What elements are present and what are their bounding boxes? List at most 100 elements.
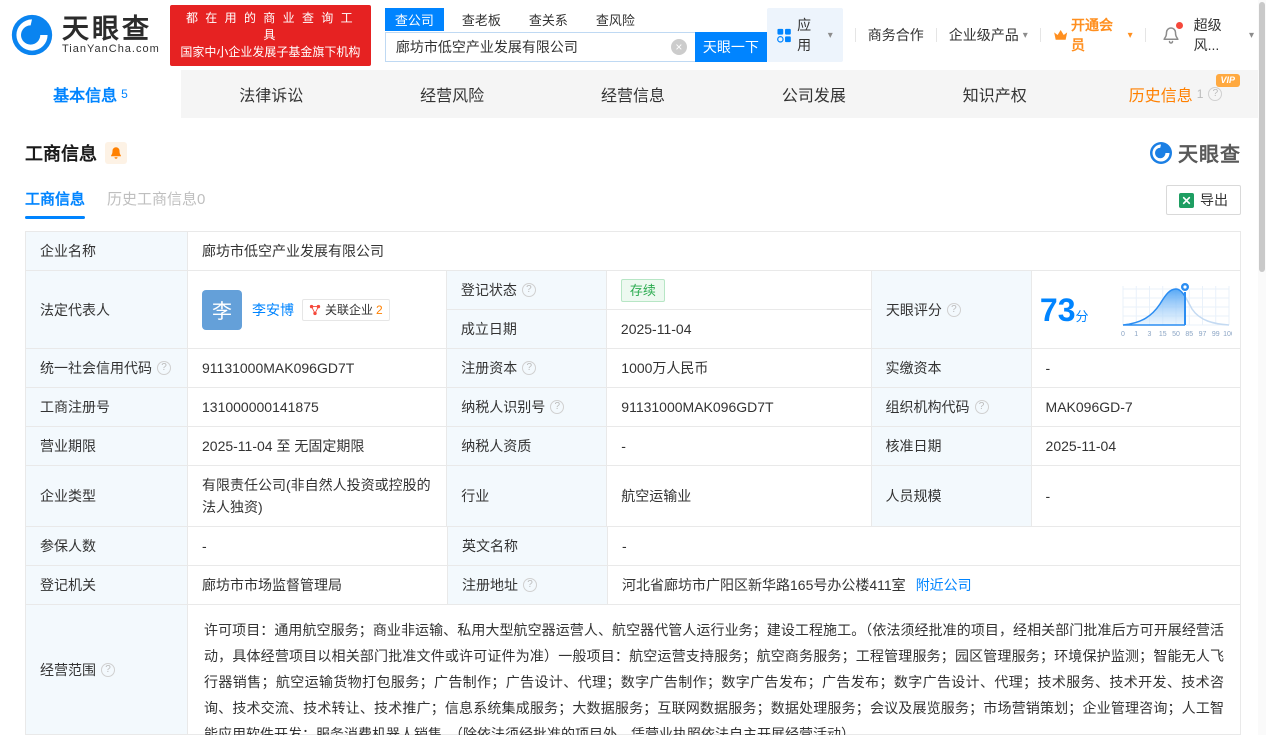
tab-business-info[interactable]: 经营信息 <box>543 70 724 118</box>
promo-line2: 国家中小企业发展子基金旗下机构 <box>180 44 361 59</box>
apps-menu[interactable]: 应用 ▾ <box>766 8 843 62</box>
notification-bell-icon[interactable] <box>1162 21 1183 47</box>
scrollbar-thumb[interactable] <box>1259 2 1265 272</box>
tianyancha-company-page: 天眼查 TianYanCha.com 都 在 用 的 商 业 查 询 工 具 国… <box>0 0 1266 735</box>
tab-company-development[interactable]: 公司发展 <box>723 70 904 118</box>
reg-address-value: 河北省廊坊市广阳区新华路165号办公楼411室 附近公司 <box>608 566 1240 604</box>
help-icon[interactable]: ? <box>974 400 989 414</box>
vip-badge: VIP <box>1215 74 1241 87</box>
excel-icon <box>1179 192 1194 208</box>
help-icon[interactable]: ? <box>522 361 537 375</box>
industry-value: 航空运输业 <box>607 466 872 526</box>
nearby-companies-link[interactable]: 附近公司 <box>916 575 972 595</box>
taxpayer-qualification-label: 纳税人资质 <box>447 427 608 465</box>
divider <box>935 28 937 42</box>
taxpayer-id-value: 91131000MAK096GD7T <box>607 388 872 426</box>
status-date-subgrid: 登记状态 ? 存续 成立日期 2025-11-04 <box>446 271 872 348</box>
search-tabs: 查公司 查老板 查关系 查风险 <box>384 7 767 31</box>
label-text: 注册地址 <box>462 577 518 593</box>
label-text: 天眼评分 <box>885 301 942 318</box>
reg-capital-value: 1000万人民币 <box>607 349 872 387</box>
watermark-logo: 天眼查 <box>1149 138 1241 167</box>
establish-date-value: 2025-11-04 <box>606 310 871 348</box>
search-tab-company[interactable]: 查公司 <box>384 7 444 31</box>
clear-search-icon[interactable]: × <box>670 39 687 55</box>
legal-rep-avatar[interactable]: 李 <box>202 289 242 330</box>
reg-number-label: 工商注册号 <box>26 388 188 426</box>
paid-capital-label: 实缴资本 <box>871 349 1032 387</box>
paid-capital-value: - <box>1031 349 1240 387</box>
insured-count-label: 参保人数 <box>26 527 188 565</box>
help-icon[interactable]: ? <box>157 361 171 375</box>
logo-text: 天眼查 TianYanCha.com <box>62 15 160 56</box>
search-button[interactable]: 天眼一下 <box>694 32 767 62</box>
reg-status-label: 登记状态 ? <box>446 271 607 309</box>
tab-count: 5 <box>121 87 128 101</box>
business-term-value: 2025-11-04 至 无固定期限 <box>188 427 448 465</box>
search-input[interactable] <box>384 32 695 62</box>
table-row: 统一社会信用代码 ? 91131000MAK096GD7T 注册资本 ? 100… <box>26 349 1240 388</box>
label-text: 登记状态 <box>460 282 517 298</box>
svg-text:50: 50 <box>1172 331 1180 338</box>
tab-intellectual-property[interactable]: 知识产权 <box>904 70 1085 118</box>
tab-basic-info[interactable]: 基本信息 5 <box>0 70 181 118</box>
monitor-bell-icon[interactable] <box>105 141 127 164</box>
tab-label: 历史信息 <box>1128 88 1193 105</box>
tab-operation-risk[interactable]: 经营风险 <box>362 70 543 118</box>
subtab-row: 工商信息 历史工商信息0 导出 <box>0 167 1266 219</box>
table-row: 营业期限 2025-11-04 至 无固定期限 纳税人资质 - 核准日期 202… <box>26 427 1240 466</box>
subtab-business-info[interactable]: 工商信息 <box>25 188 86 219</box>
org-code-value: MAK096GD-7 <box>1031 388 1240 426</box>
tab-count: 1 <box>1196 87 1204 101</box>
chevron-down-icon: ▾ <box>827 29 833 41</box>
search-tab-relation[interactable]: 查关系 <box>519 8 578 31</box>
watermark-text: 天眼查 <box>1178 144 1241 166</box>
search-tab-boss[interactable]: 查老板 <box>452 8 511 31</box>
help-icon[interactable]: ? <box>1208 87 1223 101</box>
menu-enterprise-product[interactable]: 企业级产品 ▾ <box>949 25 1028 45</box>
approval-date-label: 核准日期 <box>871 427 1032 465</box>
reg-authority-label: 登记机关 <box>26 566 188 604</box>
menu-open-vip[interactable]: 开通会员 ▾ <box>1053 15 1133 55</box>
subtab-history-business-info[interactable]: 历史工商信息0 <box>107 188 205 219</box>
reg-capital-label: 注册资本 ? <box>447 349 608 387</box>
menu-super-risk[interactable]: 超级风... ▾ <box>1194 15 1254 55</box>
business-scope-label: 经营范围 ? <box>26 605 188 734</box>
search-tab-risk[interactable]: 查风险 <box>586 8 645 31</box>
related-companies-count: 2 <box>376 302 383 317</box>
related-companies-label: 关联企业 <box>325 303 374 317</box>
legal-rep-name-link[interactable]: 李安博 <box>252 300 294 320</box>
label-text: 统一社会信用代码 <box>40 360 152 376</box>
tianyancha-logo[interactable]: 天眼查 TianYanCha.com <box>10 13 160 57</box>
label-text: 注册资本 <box>461 360 518 376</box>
help-icon[interactable]: ? <box>521 283 536 297</box>
export-button[interactable]: 导出 <box>1166 185 1241 215</box>
related-companies-badge[interactable]: 关联企业 2 <box>302 298 390 321</box>
score-unit: 分 <box>1075 308 1089 324</box>
tab-legal-litigation[interactable]: 法律诉讼 <box>181 70 362 118</box>
search-box: × <box>384 32 695 62</box>
table-row: 法定代表人 李 李安博 关联企业 2 登记状态 ? 存续 成立日期 2025-1… <box>26 271 1240 349</box>
insured-count-value: - <box>188 527 448 565</box>
menu-business-cooperation[interactable]: 商务合作 <box>868 25 924 45</box>
tyc-score-label: 天眼评分 ? <box>871 271 1032 348</box>
table-row: 工商注册号 131000000141875 纳税人识别号 ? 91131000M… <box>26 388 1240 427</box>
approval-date-value: 2025-11-04 <box>1031 427 1240 465</box>
apps-grid-icon <box>776 28 791 43</box>
help-icon[interactable]: ? <box>523 578 537 592</box>
establish-date-label: 成立日期 <box>446 310 607 348</box>
english-name-value: - <box>608 527 1240 565</box>
watermark-logo-icon <box>1150 141 1172 164</box>
business-info-table: 企业名称 廊坊市低空产业发展有限公司 法定代表人 李 李安博 关联企业 2 登记… <box>25 231 1241 735</box>
help-icon[interactable]: ? <box>550 400 565 414</box>
reg-number-value: 131000000141875 <box>188 388 448 426</box>
help-icon[interactable]: ? <box>946 302 961 317</box>
table-row: 企业类型 有限责任公司(非自然人投资或控股的法人独资) 行业 航空运输业 人员规… <box>26 466 1240 527</box>
help-icon[interactable]: ? <box>101 662 115 677</box>
tab-history-info[interactable]: VIP 历史信息 1 ? <box>1085 70 1266 118</box>
company-name-label: 企业名称 <box>26 232 188 270</box>
taxpayer-id-label: 纳税人识别号 ? <box>447 388 608 426</box>
score-marker-dot <box>1183 284 1187 289</box>
top-header: 天眼查 TianYanCha.com 都 在 用 的 商 业 查 询 工 具 国… <box>0 0 1266 70</box>
score-number: 73分 <box>1040 293 1089 327</box>
